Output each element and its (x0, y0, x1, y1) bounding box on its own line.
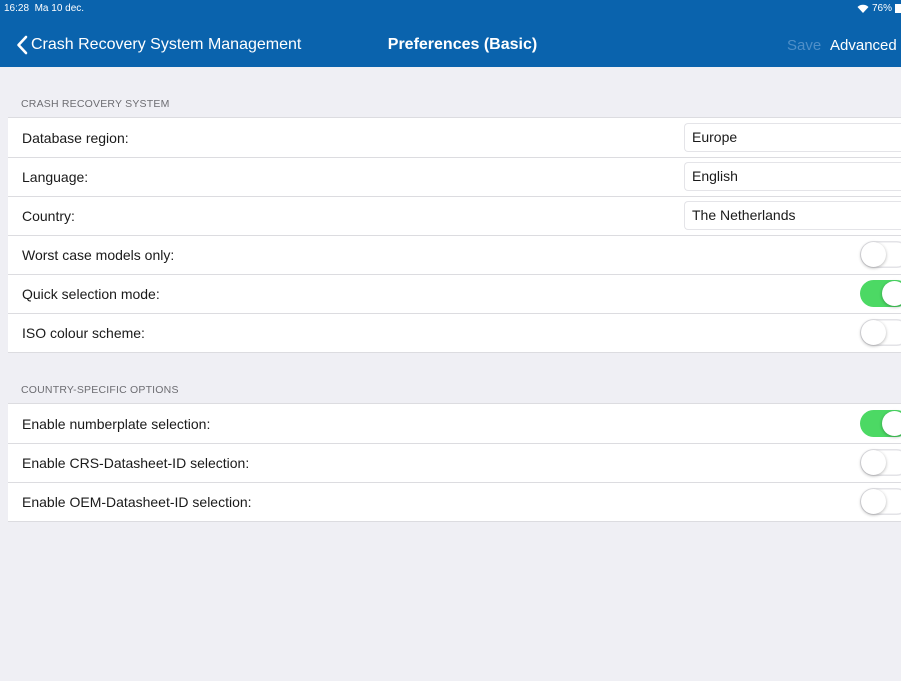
status-time-date: 16:28 Ma 10 dec. (4, 3, 84, 14)
iso-colour-scheme-label: ISO colour scheme: (22, 324, 145, 341)
numberplate-selection-toggle[interactable] (860, 410, 901, 437)
row-numberplate-selection: Enable numberplate selection: (8, 404, 901, 443)
status-indicators: 76% (857, 3, 901, 14)
row-quick-selection-mode: Quick selection mode: (8, 274, 901, 313)
row-crs-datasheet-id-selection: Enable CRS-Datasheet-ID selection: (8, 443, 901, 482)
country-value: The Netherlands (692, 207, 796, 223)
toggle-knob (882, 411, 901, 436)
battery-percentage: 76% (871, 3, 892, 14)
language-picker[interactable]: English (684, 162, 901, 191)
toggle-knob (861, 450, 886, 475)
navigation-bar: 16:28 Ma 10 dec. 76% Crash Recovery Syst… (0, 0, 901, 67)
row-oem-datasheet-id-selection: Enable OEM-Datasheet-ID selection: (8, 482, 901, 521)
status-date: Ma 10 dec. (34, 3, 85, 14)
row-country: Country: The Netherlands (8, 196, 901, 235)
toggle-knob (861, 242, 886, 267)
settings-group-crs: Database region: Europe Language: Englis… (8, 117, 901, 353)
database-region-label: Database region: (22, 129, 129, 146)
database-region-picker[interactable]: Europe (684, 123, 901, 152)
crs-datasheet-id-selection-toggle[interactable] (860, 449, 901, 476)
page-title-text: Preferences (Basic) (387, 36, 538, 53)
app-screen: 16:28 Ma 10 dec. 76% Crash Recovery Syst… (0, 0, 901, 681)
iso-colour-scheme-toggle[interactable] (860, 319, 901, 346)
country-label: Country: (22, 207, 75, 224)
worst-case-models-toggle[interactable] (860, 241, 901, 268)
section-header-crs: CRASH RECOVERY SYSTEM (8, 67, 901, 117)
row-iso-colour-scheme: ISO colour scheme: (8, 313, 901, 352)
status-time: 16:28 (4, 3, 30, 14)
quick-selection-mode-toggle[interactable] (860, 280, 901, 307)
section-header-crs-text: CRASH RECOVERY SYSTEM (21, 98, 170, 110)
database-region-value: Europe (692, 129, 738, 145)
section-header-country-options-text: COUNTRY-SPECIFIC OPTIONS (21, 384, 179, 396)
settings-group-country-options: Enable numberplate selection: Enable CRS… (8, 403, 901, 522)
section-header-country-options: COUNTRY-SPECIFIC OPTIONS (8, 353, 901, 403)
oem-datasheet-id-selection-label: Enable OEM-Datasheet-ID selection: (22, 493, 252, 510)
worst-case-models-label: Worst case models only: (22, 246, 175, 263)
back-button[interactable]: Crash Recovery System Management (16, 34, 301, 56)
back-button-label: Crash Recovery System Management (31, 36, 302, 53)
oem-datasheet-id-selection-toggle[interactable] (860, 488, 901, 515)
language-label: Language: (22, 168, 89, 185)
toggle-knob (861, 320, 886, 345)
battery-icon (895, 4, 901, 13)
save-button[interactable]: Save (787, 37, 821, 54)
settings-content: CRASH RECOVERY SYSTEM Database region: E… (8, 67, 901, 522)
language-value: English (692, 168, 738, 184)
wifi-icon (857, 4, 869, 13)
country-picker[interactable]: The Netherlands (684, 201, 901, 230)
row-worst-case-models: Worst case models only: (8, 235, 901, 274)
toggle-knob (882, 281, 901, 306)
row-database-region: Database region: Europe (8, 118, 901, 157)
chevron-left-icon (17, 35, 28, 55)
quick-selection-mode-label: Quick selection mode: (22, 285, 160, 302)
toggle-knob (861, 489, 886, 514)
advanced-button[interactable]: Advanced (830, 37, 897, 54)
numberplate-selection-label: Enable numberplate selection: (22, 415, 211, 432)
crs-datasheet-id-selection-label: Enable CRS-Datasheet-ID selection: (22, 454, 250, 471)
row-language: Language: English (8, 157, 901, 196)
